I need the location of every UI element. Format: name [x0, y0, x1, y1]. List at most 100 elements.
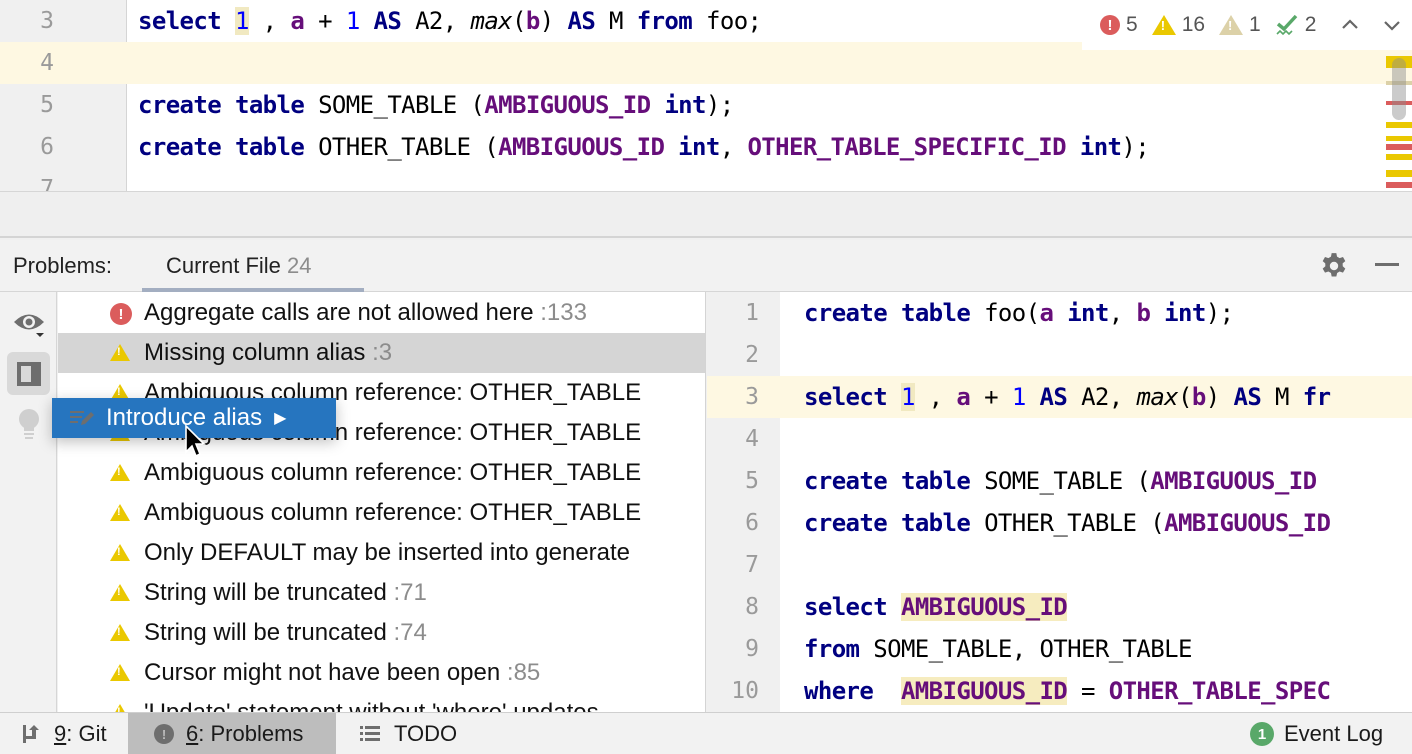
problem-text: Missing column alias :3 [144, 339, 392, 367]
lightbulb-icon[interactable] [7, 402, 50, 445]
todo-tool-button[interactable]: TODO [336, 713, 466, 754]
code-token: 1 [345, 7, 360, 35]
inspection-widget[interactable]: ! 5 16 1 2 [1082, 0, 1412, 50]
code-text[interactable]: create table SOME_TABLE (AMBIGUOUS_ID in… [138, 84, 734, 126]
code-line[interactable]: 5 create table SOME_TABLE (AMBIGUOUS_ID [707, 460, 1412, 502]
splitter[interactable] [0, 192, 1412, 238]
code-line[interactable]: 6 create table OTHER_TABLE (AMBIGUOUS_ID … [0, 126, 1412, 168]
code-text[interactable]: where AMBIGUOUS_ID = OTHER_TABLE_SPEC [804, 670, 1331, 712]
code-text[interactable]: select 1 , a + 1 AS A2, max(b) AS M from… [138, 0, 762, 42]
weak-warnings-counter[interactable]: 1 [1219, 13, 1261, 37]
code-token: b [1191, 383, 1206, 411]
code-line[interactable]: 7 [0, 168, 1412, 191]
problem-item[interactable]: Only DEFAULT may be inserted into genera… [58, 533, 705, 573]
code-line[interactable]: 9 from SOME_TABLE, OTHER_TABLE [707, 628, 1412, 670]
list-icon [360, 726, 380, 741]
typo-check-icon [1276, 14, 1298, 36]
typos-counter[interactable]: 2 [1275, 13, 1316, 37]
chevron-down-icon[interactable] [1382, 15, 1402, 35]
warning-icon [110, 584, 130, 601]
chevron-up-icon[interactable] [1340, 15, 1360, 35]
code-token: foo; [692, 7, 762, 35]
eye-icon[interactable] [7, 302, 50, 345]
event-log-button[interactable]: 1 Event Log [1250, 713, 1412, 754]
tab-current-file[interactable]: Current File 24 [142, 240, 364, 293]
code-token: AMBIGUOUS_ID [484, 91, 651, 119]
code-token: select [804, 383, 888, 411]
code-token: ) [539, 7, 568, 35]
problem-text: String will be truncated :74 [144, 619, 427, 647]
triangle-right-icon[interactable]: ▶ [274, 408, 286, 428]
problems-tool-button[interactable]: ! 6: Problems [128, 713, 336, 754]
problem-item[interactable]: 'Update' statement without 'where' updat… [58, 693, 705, 712]
code-text[interactable]: create table SOME_TABLE (AMBIGUOUS_ID [804, 460, 1317, 502]
problem-item[interactable]: String will be truncated :71 [58, 573, 705, 613]
code-token: table [900, 509, 971, 537]
stripe-mark[interactable] [1386, 154, 1412, 160]
errors-counter[interactable]: ! 5 [1100, 13, 1138, 37]
problem-text: Cursor might not have been open :85 [144, 659, 540, 687]
problem-item[interactable]: Missing column alias :3 [58, 333, 705, 373]
stripe-mark[interactable] [1386, 182, 1412, 188]
stripe-mark[interactable] [1386, 170, 1412, 177]
line-number: 3 [40, 8, 54, 34]
code-text[interactable]: create table OTHER_TABLE (AMBIGUOUS_ID [804, 502, 1331, 544]
problem-item[interactable]: Ambiguous column reference: OTHER_TABLE [58, 493, 705, 533]
problem-item[interactable]: ! Aggregate calls are not allowed here :1… [58, 293, 705, 333]
problem-line-number: :85 [500, 659, 541, 686]
code-text[interactable]: create table OTHER_TABLE (AMBIGUOUS_ID i… [138, 126, 1150, 168]
problem-item[interactable]: String will be truncated :74 [58, 613, 705, 653]
stripe-mark[interactable] [1386, 136, 1412, 141]
preview-toggle-icon[interactable] [7, 352, 50, 395]
code-line[interactable]: 3 select 1 , a + 1 AS A2, max(b) AS M fr [707, 376, 1412, 418]
gear-icon[interactable] [1318, 250, 1350, 282]
line-number: 2 [745, 342, 759, 368]
problem-item[interactable]: Ambiguous column reference: OTHER_TABLE [58, 453, 705, 493]
problem-item[interactable]: Cursor might not have been open :85 [58, 653, 705, 693]
minimize-icon[interactable] [1372, 250, 1402, 282]
code-line[interactable]: 7 [707, 544, 1412, 586]
mouse-cursor-icon [185, 424, 206, 458]
line-number: 8 [745, 594, 759, 620]
code-line[interactable]: 6 create table OTHER_TABLE (AMBIGUOUS_ID [707, 502, 1412, 544]
top-editor[interactable]: 3 select 1 , a + 1 AS A2, max(b) AS M fro… [0, 0, 1412, 192]
problem-text: 'Update' statement without 'where' updat… [144, 699, 599, 712]
code-token: a [956, 383, 971, 411]
problems-tree[interactable]: ! Aggregate calls are not allowed here :1… [58, 292, 706, 712]
code-line[interactable]: 10 where AMBIGUOUS_ID = OTHER_TABLE_SPEC [707, 670, 1412, 712]
line-number: 1 [745, 300, 759, 326]
code-token: int [1067, 299, 1109, 327]
code-text[interactable]: select AMBIGUOUS_ID [804, 586, 1068, 628]
git-tool-button[interactable]: 9: Git [0, 713, 128, 754]
code-line[interactable]: 5 create table SOME_TABLE (AMBIGUOUS_ID i… [0, 84, 1412, 126]
code-token: AS [373, 7, 402, 35]
code-line[interactable]: 4 [707, 418, 1412, 460]
line-number: 4 [745, 426, 759, 452]
preview-editor[interactable]: 1 create table foo(a int, b int); 2 3 select… [707, 292, 1412, 712]
problem-line-number: :3 [365, 339, 393, 366]
stripe-mark[interactable] [1386, 122, 1412, 128]
line-number: 6 [40, 134, 54, 160]
code-token: A2, [401, 7, 471, 35]
code-token: SOME_TABLE ( [970, 467, 1151, 495]
line-number: 7 [745, 552, 759, 578]
code-token: where [804, 677, 874, 705]
code-token: AMBIGUOUS_ID [900, 593, 1068, 621]
code-token: b [525, 7, 540, 35]
vertical-scrollbar-thumb[interactable] [1392, 58, 1406, 120]
code-text[interactable]: create table foo(a int, b int); [804, 292, 1234, 334]
code-line[interactable]: 2 [707, 334, 1412, 376]
code-line[interactable]: 1 create table foo(a int, b int); [707, 292, 1412, 334]
stripe-mark[interactable] [1386, 144, 1412, 150]
code-text[interactable]: select 1 , a + 1 AS A2, max(b) AS M fr [804, 376, 1331, 418]
code-token: SOME_TABLE ( [304, 91, 485, 119]
code-line[interactable]: 8 select AMBIGUOUS_ID [707, 586, 1412, 628]
code-text[interactable]: from SOME_TABLE, OTHER_TABLE [804, 628, 1192, 670]
warnings-counter[interactable]: 16 [1151, 13, 1205, 37]
code-token: AMBIGUOUS_ID [1164, 509, 1331, 537]
